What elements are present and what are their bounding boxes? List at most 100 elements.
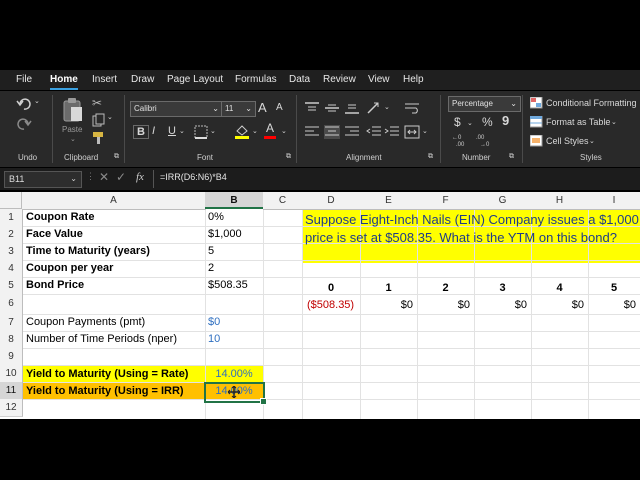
cell-b1[interactable]: 0% <box>208 209 224 226</box>
merge-dropdown-icon[interactable]: ⌄ <box>422 127 428 135</box>
align-middle-icon[interactable] <box>324 101 340 115</box>
column-header-f[interactable]: F <box>417 192 475 210</box>
cash-flow-2[interactable]: $0 <box>417 297 470 314</box>
period-header-0[interactable]: 0 <box>302 280 360 297</box>
font-color-dropdown-icon[interactable]: ⌄ <box>281 127 287 135</box>
font-name-dropdown[interactable]: Calibri ⌄ <box>130 101 223 117</box>
row-header-4[interactable]: 4 <box>0 260 23 278</box>
period-header-1[interactable]: 1 <box>360 280 417 297</box>
cash-flow-3[interactable]: $0 <box>474 297 527 314</box>
conditional-formatting-icon[interactable] <box>530 97 543 109</box>
number-format-dropdown[interactable]: Percentage ⌄ <box>448 96 521 112</box>
copy-dropdown-icon[interactable]: ⌄ <box>107 113 113 121</box>
increase-indent-icon[interactable] <box>384 125 400 139</box>
paste-label[interactable]: Paste <box>62 125 82 134</box>
select-all-corner[interactable] <box>0 192 22 209</box>
cell-a2[interactable]: Face Value <box>26 226 83 243</box>
italic-button[interactable]: I <box>152 125 155 137</box>
fill-color-icon[interactable] <box>234 123 250 139</box>
orientation-icon[interactable] <box>366 101 382 115</box>
fill-color-dropdown-icon[interactable]: ⌄ <box>252 127 258 135</box>
font-size-dropdown[interactable]: 11 ⌄ <box>221 101 256 117</box>
menu-review[interactable]: Review <box>323 70 356 90</box>
cell-styles-button[interactable]: Cell Styles <box>546 136 589 146</box>
number-launcher-icon[interactable]: ⧉ <box>509 153 514 161</box>
font-launcher-icon[interactable]: ⧉ <box>286 153 291 161</box>
align-right-icon[interactable] <box>344 125 360 139</box>
clipboard-launcher-icon[interactable]: ⧉ <box>114 153 119 161</box>
column-header-d[interactable]: D <box>302 192 361 210</box>
cash-flow-4[interactable]: $0 <box>531 297 584 314</box>
cell-b7[interactable]: $0 <box>208 314 220 331</box>
row-header-12[interactable]: 12 <box>0 399 23 417</box>
period-header-2[interactable]: 2 <box>417 280 474 297</box>
question-text-line2[interactable]: price is set at $508.35. What is the YTM… <box>305 229 617 247</box>
align-center-icon[interactable] <box>324 125 340 139</box>
cell-b4[interactable]: 2 <box>208 260 214 277</box>
cancel-icon[interactable]: ✕ <box>99 170 109 184</box>
cell-b8[interactable]: 10 <box>208 331 220 348</box>
cell-a7[interactable]: Coupon Payments (pmt) <box>26 314 145 331</box>
row-header-5[interactable]: 5 <box>0 277 23 295</box>
period-header-3[interactable]: 3 <box>474 280 531 297</box>
menu-help[interactable]: Help <box>403 70 424 90</box>
orientation-dropdown-icon[interactable]: ⌄ <box>384 103 390 111</box>
row-header-3[interactable]: 3 <box>0 243 23 261</box>
column-header-b[interactable]: B <box>205 192 264 209</box>
increase-decimal-icon[interactable]: ←0 .00 <box>452 133 470 147</box>
row-header-2[interactable]: 2 <box>0 226 23 244</box>
underline-dropdown-icon[interactable]: ⌄ <box>179 127 185 135</box>
accounting-dropdown-icon[interactable]: ⌄ <box>467 119 473 127</box>
row-header-10[interactable]: 10 <box>0 365 23 383</box>
align-bottom-icon[interactable] <box>344 101 360 115</box>
cash-flow-0[interactable]: ($508.35) <box>307 297 354 314</box>
formula-input[interactable]: =IRR(D6:N6)*B4 <box>160 172 227 182</box>
fill-handle[interactable] <box>260 398 267 405</box>
redo-icon[interactable] <box>16 117 32 131</box>
enter-icon[interactable]: ✓ <box>116 170 126 184</box>
cell-b10[interactable]: 14.00% <box>205 366 263 383</box>
period-header-5[interactable]: 5 <box>588 280 640 297</box>
borders-icon[interactable] <box>194 125 208 139</box>
row-header-1[interactable]: 1 <box>0 209 23 227</box>
decrease-indent-icon[interactable] <box>366 125 382 139</box>
column-header-h[interactable]: H <box>531 192 589 210</box>
font-color-icon[interactable]: A <box>266 121 274 135</box>
column-header-e[interactable]: E <box>360 192 418 210</box>
paste-icon[interactable] <box>62 97 84 123</box>
percent-style-icon[interactable]: % <box>482 115 493 129</box>
cell-a4[interactable]: Coupon per year <box>26 260 113 277</box>
cell-a5[interactable]: Bond Price <box>26 277 84 294</box>
borders-dropdown-icon[interactable]: ⌄ <box>210 127 216 135</box>
cell-a8[interactable]: Number of Time Periods (nper) <box>26 331 177 348</box>
cut-icon[interactable]: ✂ <box>92 96 102 110</box>
cell-b3[interactable]: 5 <box>208 243 214 260</box>
row-header-9[interactable]: 9 <box>0 348 23 366</box>
period-header-4[interactable]: 4 <box>531 280 588 297</box>
cell-b2[interactable]: $1,000 <box>208 226 242 243</box>
undo-dropdown-icon[interactable]: ⌄ <box>34 97 40 105</box>
paste-dropdown-icon[interactable]: ⌄ <box>70 135 76 143</box>
format-as-table-icon[interactable] <box>530 116 543 128</box>
cell-a3[interactable]: Time to Maturity (years) <box>26 243 150 260</box>
cell-a11[interactable]: Yield to Maturity (Using = IRR) <box>26 383 184 400</box>
menu-data[interactable]: Data <box>289 70 310 90</box>
decrease-decimal-icon[interactable]: .00 →0 <box>476 133 494 147</box>
alignment-launcher-icon[interactable]: ⧉ <box>428 153 433 161</box>
underline-button[interactable]: U <box>168 125 176 137</box>
menu-view[interactable]: View <box>368 70 390 90</box>
format-painter-icon[interactable] <box>92 131 106 145</box>
merge-center-icon[interactable] <box>404 125 420 139</box>
row-header-8[interactable]: 8 <box>0 331 23 349</box>
copy-icon[interactable] <box>92 113 106 127</box>
cash-flow-5[interactable]: $0 <box>588 297 636 314</box>
cell-a10[interactable]: Yield to Maturity (Using = Rate) <box>26 366 188 383</box>
column-header-i[interactable]: I <box>588 192 640 210</box>
insert-function-button[interactable]: fx <box>136 171 144 183</box>
row-header-6[interactable]: 6 <box>0 294 23 315</box>
accounting-format-icon[interactable]: $ <box>454 115 461 129</box>
row-header-11[interactable]: 11 <box>0 382 23 400</box>
format-as-table-button[interactable]: Format as Table <box>546 117 610 127</box>
cell-styles-dropdown-icon[interactable]: ⌄ <box>589 137 595 145</box>
menu-insert[interactable]: Insert <box>92 70 117 90</box>
